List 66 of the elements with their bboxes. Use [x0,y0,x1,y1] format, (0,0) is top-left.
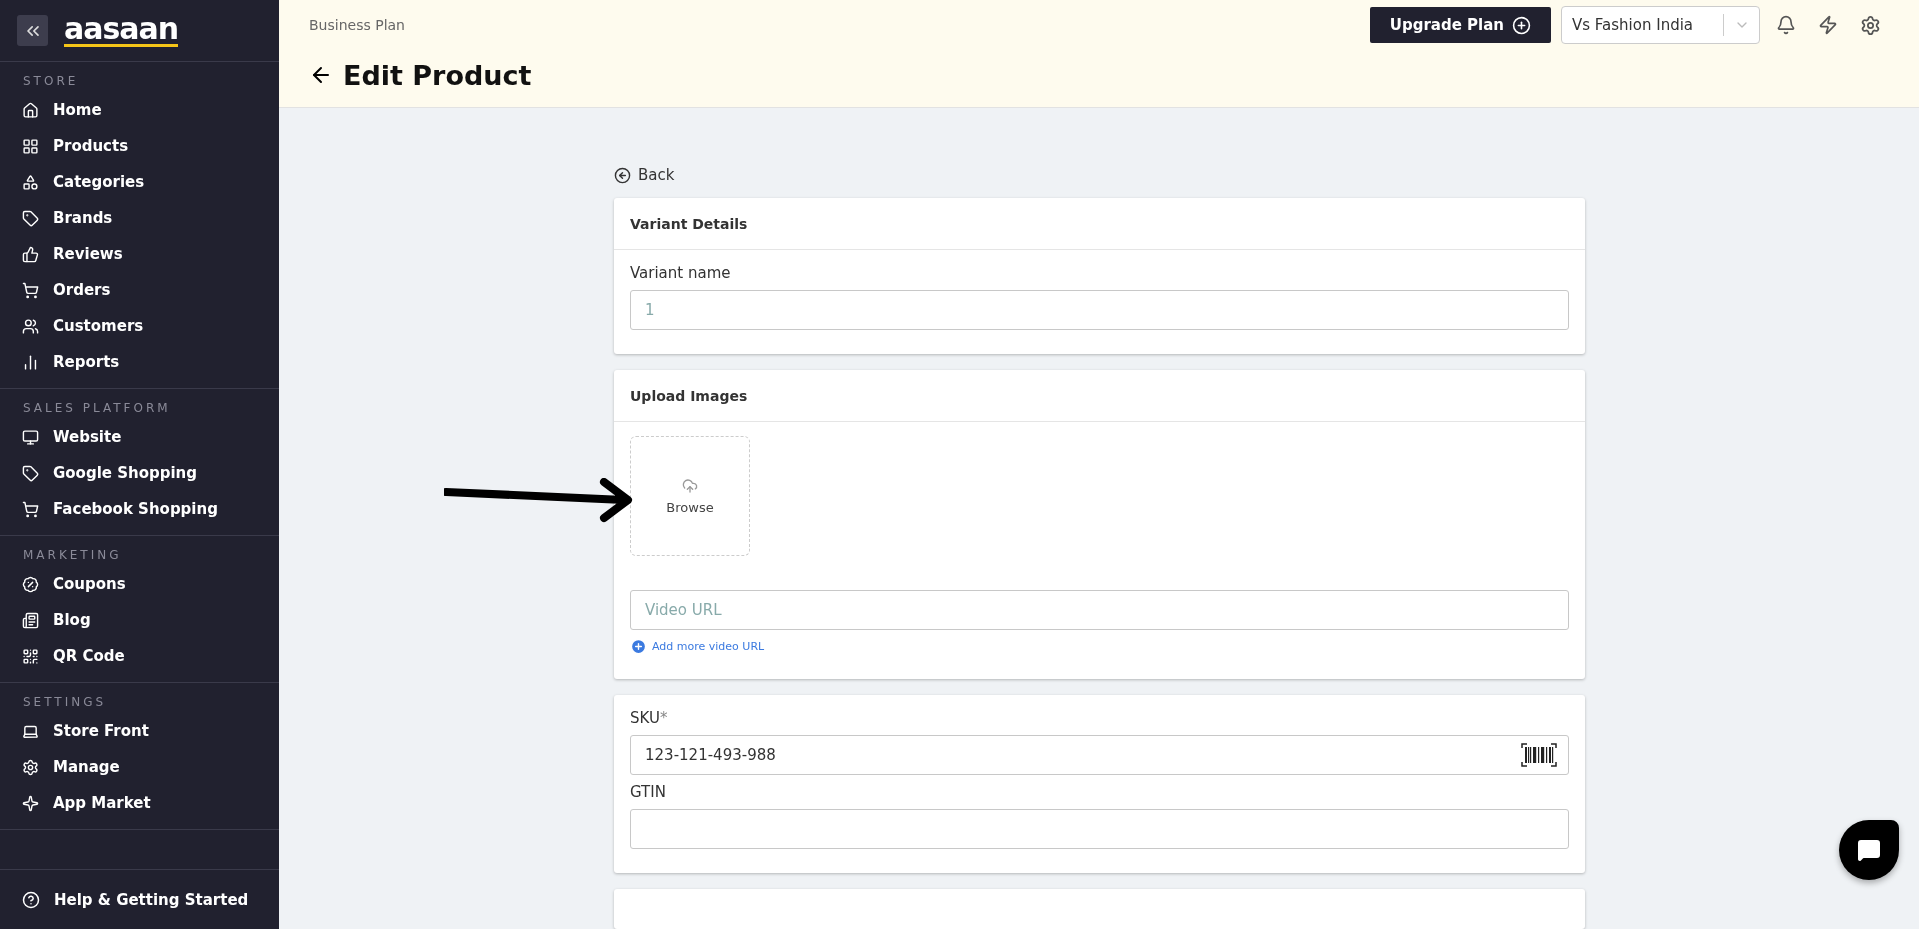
sidebar-item[interactable]: Coupons [0,566,279,602]
sidebar-item[interactable]: Store Front [0,713,279,749]
settings-icon [1860,14,1881,36]
chat-icon [1857,838,1881,862]
coupon-icon [22,575,39,593]
plus-circle-icon [1512,15,1531,35]
sidebar-item[interactable]: App Market [0,785,279,821]
section-heading: STORE [22,74,80,90]
card-title: Variant Details [614,198,1585,250]
chat-button[interactable] [1839,820,1899,880]
sidebar-item[interactable]: Blog [0,602,279,638]
monitor-icon [22,428,39,446]
sidebar-item[interactable]: Google Shopping [0,455,279,491]
section-heading: MARKETING [22,548,123,564]
sidebar-item[interactable]: Orders [0,272,279,308]
tag-icon [22,209,39,227]
sidebar-item[interactable]: Customers [0,308,279,344]
sidebar-item[interactable]: Reports [0,344,279,380]
sidebar-item[interactable]: Reviews [0,236,279,272]
thumbs-up-icon [22,245,39,263]
browse-dropzone[interactable]: Browse [630,436,750,556]
sidebar-item[interactable]: Manage [0,749,279,785]
bell-icon [1776,15,1796,35]
sidebar-item[interactable]: Products [0,128,279,164]
bar-chart-icon [22,353,39,371]
input-field[interactable] [630,809,1569,849]
field-label: Variant name [630,264,732,282]
add-video-link[interactable]: Add more video URL [630,638,1569,655]
page-title: Edit Product [343,59,532,91]
input-field[interactable]: Video URL [630,590,1569,630]
qr-code-icon [22,647,39,665]
sidebar-item[interactable]: Home [0,92,279,128]
field-label: GTIN [630,783,667,801]
home-icon [22,101,39,119]
plus-circle-icon [630,638,647,655]
sidebar-item[interactable]: QR Code [0,638,279,674]
section-heading: SETTINGS [22,695,108,711]
settings-icon [22,758,39,776]
lightning-icon [1818,15,1838,35]
document-icon [22,611,39,629]
logo: aasaan [64,14,179,47]
barcode-icon [1521,743,1557,767]
section-heading: SALES PLATFORM [22,401,172,417]
cart-icon [22,500,39,518]
sidebar-item[interactable]: Categories [0,164,279,200]
help-icon [22,890,40,909]
tag-icon [22,464,39,482]
field-label: SKU* [630,709,669,727]
cart-icon [22,281,39,299]
sidebar-item[interactable]: Facebook Shopping [0,491,279,527]
users-icon [22,317,39,335]
plan-label: Business Plan [309,17,405,33]
shapes-icon [22,173,39,191]
upgrade-button[interactable]: Upgrade Plan [1369,7,1551,43]
store-select[interactable]: Vs Fashion India [1561,6,1760,44]
back-circle-icon [614,166,631,184]
card-title: Upload Images [614,370,1585,422]
sidebar-item[interactable]: Brands [0,200,279,236]
grid-icon [22,137,39,155]
sparkle-icon [22,794,39,812]
collapse-button[interactable] [17,15,48,46]
input-field[interactable]: 1 [630,290,1569,330]
back-link[interactable]: Back [614,164,1585,186]
input-field[interactable]: 123-121-493-988 [630,735,1569,775]
sidebar-item[interactable]: Website [0,419,279,455]
cloud-upload-icon [682,477,698,494]
